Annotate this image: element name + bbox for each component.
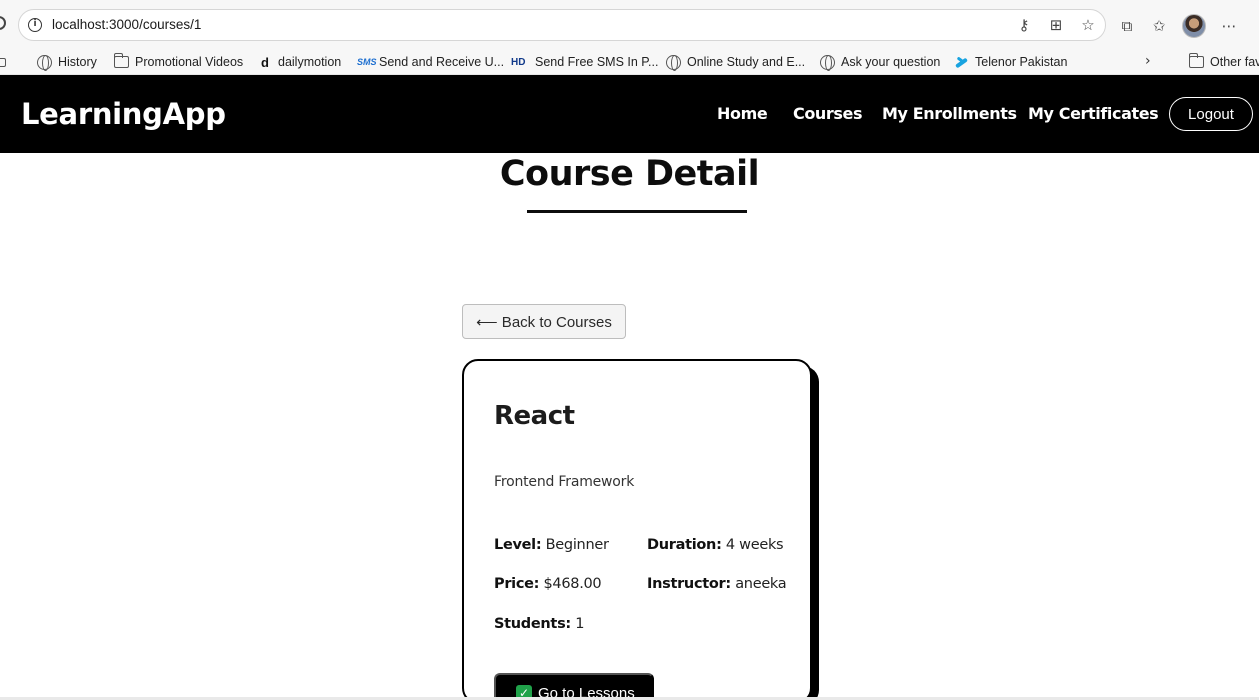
bookmark-other-favorites[interactable]: Other fav bbox=[1189, 52, 1259, 72]
telenor-icon bbox=[954, 55, 969, 70]
course-instructor: Instructor: aneeka bbox=[647, 576, 787, 592]
collections-icon[interactable] bbox=[0, 52, 6, 72]
instructor-label: Instructor: bbox=[647, 576, 731, 592]
refresh-icon[interactable] bbox=[0, 16, 6, 30]
students-label: Students: bbox=[494, 616, 571, 632]
level-label: Level: bbox=[494, 537, 542, 553]
bookmark-send-free-sms[interactable]: HD Send Free SMS In P... bbox=[511, 52, 658, 72]
course-duration: Duration: 4 weeks bbox=[647, 537, 784, 553]
course-level: Level: Beginner bbox=[494, 537, 609, 553]
bookmark-ask-question[interactable]: Ask your question bbox=[820, 52, 940, 72]
course-description: Frontend Framework bbox=[494, 474, 635, 490]
globe-icon bbox=[37, 54, 52, 71]
globe-icon bbox=[820, 54, 835, 71]
url-text[interactable]: localhost:3000/courses/1 bbox=[52, 17, 201, 32]
dailymotion-icon: d bbox=[261, 54, 269, 70]
bookmark-label: dailymotion bbox=[278, 55, 342, 69]
bookmark-label: Send and Receive U... bbox=[379, 55, 505, 69]
profile-avatar[interactable] bbox=[1182, 14, 1206, 38]
course-price: Price: $468.00 bbox=[494, 576, 602, 592]
bookmark-online-study[interactable]: Online Study and E... bbox=[666, 52, 805, 72]
app-grid-icon[interactable]: ⊞ bbox=[1047, 16, 1065, 34]
bookmark-promotional-videos[interactable]: Promotional Videos bbox=[114, 52, 243, 72]
more-menu-icon[interactable]: ⋯ bbox=[1220, 17, 1238, 35]
star-icon[interactable]: ☆ bbox=[1079, 16, 1097, 34]
nav-my-certificates[interactable]: My Certificates bbox=[1028, 104, 1159, 123]
bookmark-label: Promotional Videos bbox=[135, 55, 244, 69]
bookmark-dailymotion[interactable]: d dailymotion bbox=[258, 52, 341, 72]
course-students: Students: 1 bbox=[494, 616, 584, 632]
bookmark-label: Online Study and E... bbox=[687, 55, 806, 69]
students-value: 1 bbox=[575, 616, 585, 632]
bookmark-label: Send Free SMS In P... bbox=[535, 55, 659, 69]
nav-my-enrollments[interactable]: My Enrollments bbox=[882, 104, 1017, 123]
chevron-right-icon[interactable]: › bbox=[1145, 53, 1151, 69]
bookmark-send-receive[interactable]: SMS Send and Receive U... bbox=[357, 52, 504, 72]
logout-button[interactable]: Logout bbox=[1169, 97, 1253, 131]
sms-icon: SMS bbox=[357, 57, 377, 67]
bookmark-label: Telenor Pakistan bbox=[975, 55, 1068, 69]
price-label: Price: bbox=[494, 576, 540, 592]
instructor-value: aneeka bbox=[735, 576, 787, 592]
folder-icon bbox=[1189, 53, 1204, 68]
course-name: React bbox=[494, 401, 575, 431]
address-bar[interactable]: i localhost:3000/courses/1 ⚷ ⊞ ☆ bbox=[18, 9, 1106, 41]
duration-value: 4 weeks bbox=[725, 537, 784, 553]
hd-icon: HD bbox=[511, 56, 526, 68]
folder-icon bbox=[114, 53, 129, 68]
title-underline bbox=[527, 210, 747, 213]
bookmark-label: History bbox=[58, 55, 97, 69]
back-to-courses-button[interactable]: ⟵ Back to Courses bbox=[462, 304, 626, 339]
nav-courses[interactable]: Courses bbox=[793, 104, 863, 123]
bookmark-label: Ask your question bbox=[841, 55, 941, 69]
bookmark-history[interactable]: History bbox=[37, 52, 97, 72]
brand-logo[interactable]: LearningApp bbox=[21, 97, 226, 131]
extensions-icon[interactable]: ⧉ bbox=[1118, 17, 1136, 35]
page-title: Course Detail bbox=[499, 154, 760, 194]
app-navbar: LearningApp Home Courses My Enrollments … bbox=[0, 75, 1259, 153]
nav-home[interactable]: Home bbox=[717, 104, 768, 123]
bookmark-label: Other fav bbox=[1210, 55, 1259, 69]
browser-toolbar: i localhost:3000/courses/1 ⚷ ⊞ ☆ ⧉ ✩ ⋯ bbox=[0, 0, 1259, 48]
level-value: Beginner bbox=[545, 537, 609, 553]
favorites-icon[interactable]: ✩ bbox=[1150, 17, 1168, 35]
bookmark-telenor[interactable]: Telenor Pakistan bbox=[954, 52, 1067, 72]
course-card: React Frontend Framework Level: Beginner… bbox=[462, 359, 812, 700]
globe-icon bbox=[666, 54, 681, 71]
price-value: $468.00 bbox=[543, 576, 602, 592]
key-icon[interactable]: ⚷ bbox=[1015, 16, 1033, 34]
go-to-lessons-button[interactable]: ✓ Go to Lessons bbox=[494, 673, 654, 700]
site-info-icon[interactable]: i bbox=[28, 18, 42, 32]
bookmarks-bar: History Promotional Videos d dailymotion… bbox=[0, 48, 1259, 75]
duration-label: Duration: bbox=[647, 537, 722, 553]
